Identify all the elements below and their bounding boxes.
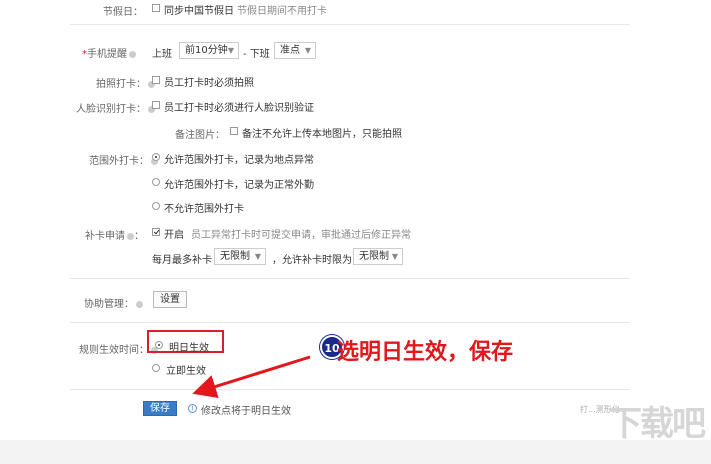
footer-bar [0, 440, 711, 464]
watermark-text: 下载吧 [608, 404, 706, 444]
annotation-arrow [192, 355, 311, 399]
